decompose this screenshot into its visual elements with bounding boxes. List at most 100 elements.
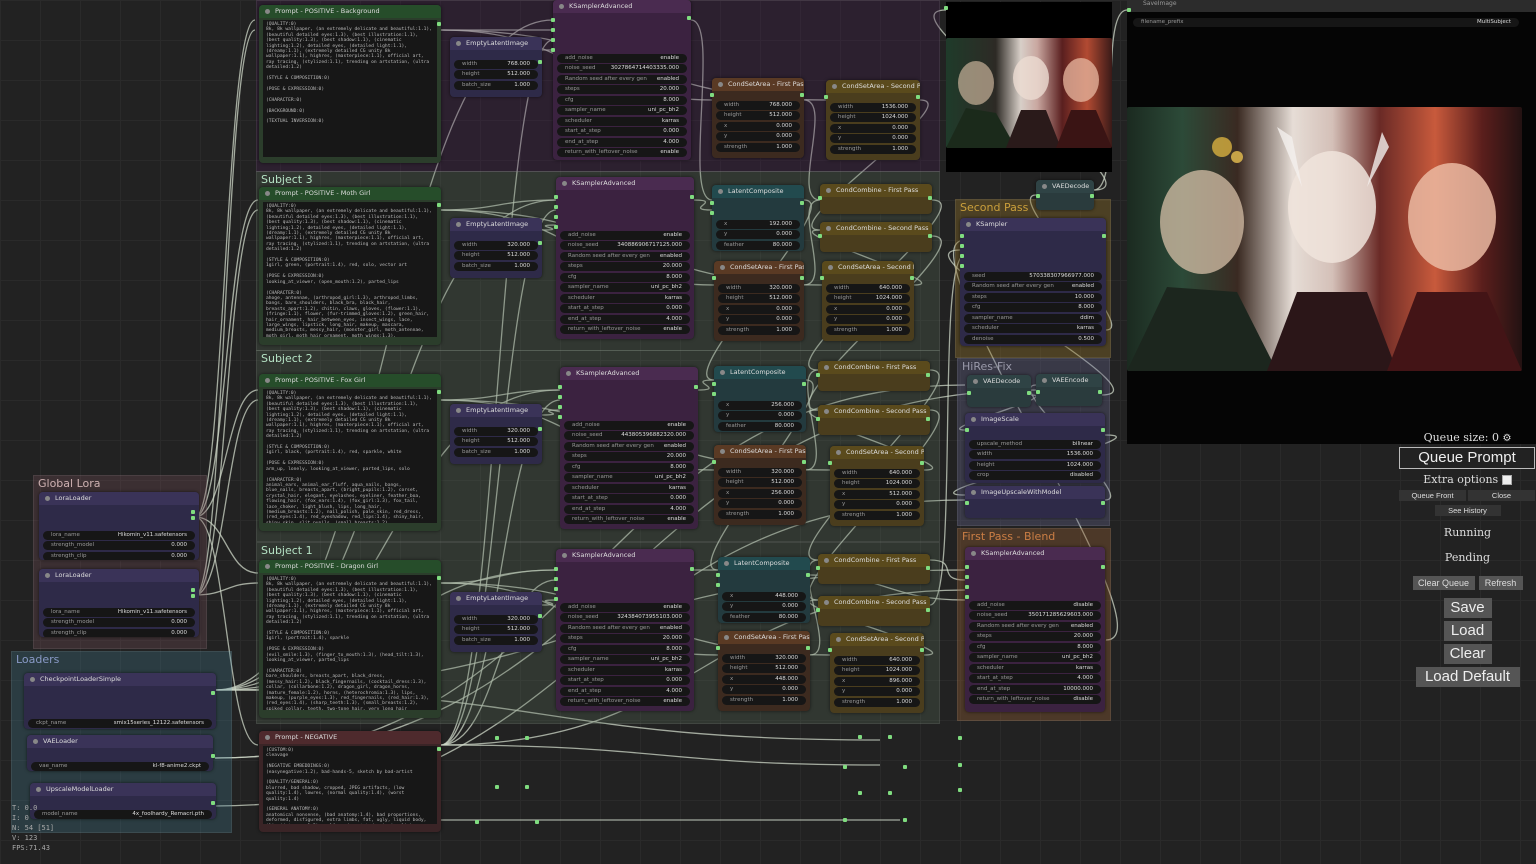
width-widget[interactable]: width 320.000 — [718, 283, 800, 293]
node-io-slot[interactable] — [820, 276, 824, 280]
node-io-slot[interactable] — [558, 405, 562, 409]
condcombine-second-pass-node[interactable]: CondCombine - Second Pass — [818, 405, 930, 435]
batch-size-widget[interactable]: batch_size 1.000 — [454, 635, 538, 645]
x-widget[interactable]: x 896.000 — [834, 676, 920, 686]
empty-latent-image-node[interactable]: EmptyLatentImage width 320.000 height 512.… — [450, 218, 542, 278]
start-at-step-widget[interactable]: start_at_step 0.000 — [557, 127, 687, 136]
return-leftover-noise-widget[interactable]: return_with_leftover_noise enable — [560, 325, 690, 334]
lora-name-widget[interactable]: lora_name Hikomin_v11.safetensors — [43, 607, 195, 617]
prompt-positive-background-node[interactable]: Prompt - POSITIVE - Background (QUALITY:… — [259, 5, 441, 163]
node-io-slot[interactable] — [712, 392, 716, 396]
height-widget[interactable]: height 1024.000 — [834, 479, 920, 488]
condsetarea-second-pass-node[interactable]: CondSetArea - Second Pass width640.000 h… — [830, 633, 924, 713]
noise-seed-widget[interactable]: noise_seed 324384073955103.000 — [560, 613, 690, 622]
start-at-step-widget[interactable]: start_at_step 0.000 — [564, 494, 694, 503]
load-default-button[interactable]: Load Default — [1415, 667, 1520, 687]
node-io-slot[interactable] — [928, 196, 932, 200]
node-io-slot[interactable] — [806, 646, 810, 650]
ksampler-advanced-node[interactable]: KSamplerAdvanced add_noise enable noise_s… — [556, 549, 694, 711]
node-io-slot[interactable] — [211, 801, 215, 805]
node-io-slot[interactable] — [716, 573, 720, 577]
x-widget[interactable]: x 256.000 — [718, 488, 802, 498]
strength-widget[interactable]: strength 1.000 — [830, 144, 916, 154]
node-io-slot[interactable] — [802, 382, 806, 386]
prompt-positive-moth-girl-node[interactable]: Prompt - POSITIVE - Moth Girl (QUALITY:0… — [259, 187, 441, 345]
node-io-slot[interactable] — [1101, 428, 1105, 432]
reroute-slot[interactable] — [495, 785, 499, 789]
y-widget[interactable]: y 0.000 — [718, 315, 800, 324]
y-widget[interactable]: y 0.000 — [718, 411, 802, 420]
node-io-slot[interactable] — [828, 648, 832, 652]
node-io-slot[interactable] — [926, 566, 930, 570]
save-image-node[interactable]: SaveImage filename_prefix MultiSubject — [1127, 0, 1536, 444]
random-seed-toggle[interactable]: Random seed after every gen enabled — [964, 282, 1102, 291]
node-io-slot[interactable] — [211, 691, 215, 695]
node-io-slot[interactable] — [920, 648, 924, 652]
sampler-name-widget[interactable]: sampler_name uni_pc_bh2 — [560, 283, 690, 292]
node-io-slot[interactable] — [965, 595, 969, 599]
steps-widget[interactable]: steps 10.000 — [964, 292, 1102, 302]
ksampler-advanced-node[interactable]: KSamplerAdvanced add_noise disable noise_… — [965, 547, 1105, 712]
node-io-slot[interactable] — [437, 747, 441, 751]
prompt-positive-fox-girl-node[interactable]: Prompt - POSITIVE - Fox Girl (QUALITY:0)… — [259, 374, 441, 531]
prompt-textarea[interactable]: (QUALITY:0) 8k, 8k wallpaper, (an extrem… — [263, 202, 437, 337]
node-io-slot[interactable] — [928, 234, 932, 238]
node-io-slot[interactable] — [960, 264, 964, 268]
feather-widget[interactable]: feather 80.000 — [718, 421, 802, 431]
node-io-slot[interactable] — [1090, 194, 1094, 198]
reroute-slot[interactable] — [535, 820, 539, 824]
load-button[interactable]: Load — [1443, 621, 1492, 641]
seed-widget[interactable]: seed 570338307966977.000 — [964, 271, 1102, 281]
y-widget[interactable]: y 0.000 — [718, 499, 802, 508]
strength-widget[interactable]: strength 1.000 — [722, 695, 806, 705]
reroute-slot[interactable] — [858, 735, 862, 739]
crop-widget[interactable]: crop disabled — [969, 471, 1101, 480]
scheduler-widget[interactable]: scheduler karras — [969, 663, 1101, 673]
cfg-widget[interactable]: cfg 8.000 — [969, 642, 1101, 652]
node-io-slot[interactable] — [818, 196, 822, 200]
scheduler-widget[interactable]: scheduler karras — [560, 293, 690, 303]
node-io-slot[interactable] — [211, 754, 215, 758]
node-io-slot[interactable] — [716, 646, 720, 650]
latent-composite-node[interactable]: LatentComposite x 192.000 y 0.000 feather 8… — [712, 185, 804, 251]
strength-widget[interactable]: strength 1.000 — [718, 325, 800, 335]
node-io-slot[interactable] — [965, 585, 969, 589]
reroute-slot[interactable] — [525, 785, 529, 789]
upscale-model-loader-node[interactable]: UpscaleModelLoader model_name 4x_foolhard… — [30, 783, 216, 819]
y-widget[interactable]: y 0.000 — [722, 685, 806, 694]
see-history-button[interactable]: See History — [1434, 505, 1501, 516]
node-io-slot[interactable] — [554, 597, 558, 601]
y-widget[interactable]: y 0.000 — [834, 687, 920, 696]
clear-queue-button[interactable]: Clear Queue — [1412, 576, 1475, 590]
steps-widget[interactable]: steps 20.000 — [564, 452, 694, 461]
node-io-slot[interactable] — [554, 587, 558, 591]
start-at-step-widget[interactable]: start_at_step 0.000 — [560, 304, 690, 313]
batch-size-widget[interactable]: batch_size 1.000 — [454, 261, 538, 271]
node-io-slot[interactable] — [920, 461, 924, 465]
return-leftover-noise-widget[interactable]: return_with_leftover_noise enable — [564, 515, 694, 524]
node-graph-canvas[interactable]: Subject 3 Subject 2 Subject 1 Global Lor… — [0, 0, 1536, 864]
reroute-slot[interactable] — [525, 736, 529, 740]
add-noise-widget[interactable]: add_noise disable — [969, 600, 1101, 610]
x-widget[interactable]: x 0.000 — [830, 123, 916, 133]
start-at-step-widget[interactable]: start_at_step 0.000 — [560, 676, 690, 685]
width-widget[interactable]: width 320.000 — [454, 426, 538, 436]
sampler-name-widget[interactable]: sampler_name uni_pc_bh2 — [557, 106, 687, 115]
strength-widget[interactable]: strength 1.000 — [834, 510, 920, 520]
noise-seed-widget[interactable]: noise_seed 340886906717125.000 — [560, 241, 690, 250]
reroute-slot[interactable] — [843, 765, 847, 769]
steps-widget[interactable]: steps 20.000 — [969, 632, 1101, 641]
node-io-slot[interactable] — [538, 427, 542, 431]
node-io-slot[interactable] — [910, 276, 914, 280]
height-widget[interactable]: height 512.000 — [716, 111, 800, 120]
sampler-name-widget[interactable]: sampler_name ddim — [964, 313, 1102, 323]
reroute-slot[interactable] — [495, 736, 499, 740]
strength-model-widget[interactable]: strength_model 0.000 — [43, 618, 195, 627]
node-io-slot[interactable] — [960, 234, 964, 238]
vae-encode-node[interactable]: VAEEncode — [1036, 374, 1102, 406]
node-io-slot[interactable] — [818, 234, 822, 238]
height-widget[interactable]: height 512.000 — [722, 664, 806, 673]
y-widget[interactable]: y 0.000 — [722, 602, 806, 611]
node-io-slot[interactable] — [1127, 8, 1131, 12]
random-seed-toggle[interactable]: Random seed after every gen enabled — [557, 74, 687, 84]
